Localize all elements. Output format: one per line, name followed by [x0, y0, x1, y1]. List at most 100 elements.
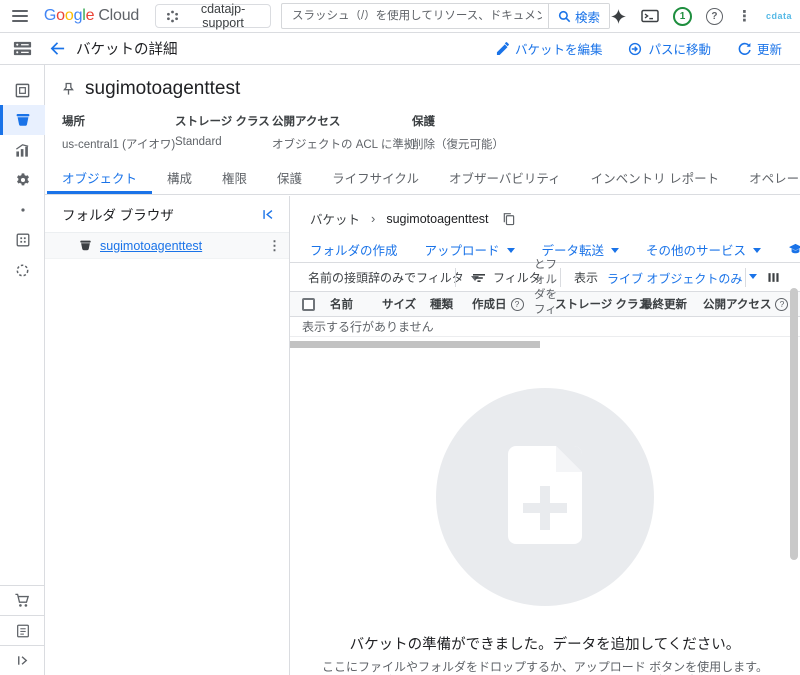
- edit-bucket-button[interactable]: バケットを編集: [496, 39, 603, 58]
- tab-configuration[interactable]: 構成: [152, 165, 207, 194]
- account-avatar[interactable]: cdata: [766, 11, 792, 21]
- empty-state-illustration: [436, 388, 654, 606]
- more-vertical-icon[interactable]: ⋮: [737, 9, 752, 24]
- empty-state: バケットの準備ができました。データを追加してください。 ここにファイルやフォルダ…: [290, 388, 800, 675]
- guide-button[interactable]: ガイド: [788, 240, 800, 259]
- search-input[interactable]: [281, 10, 548, 22]
- meta-protection: 保護 削除（復元可能）: [412, 116, 504, 151]
- folder-tree-item-label[interactable]: sugimotoagenttest: [100, 239, 202, 253]
- goto-path-label: パスに移動: [648, 43, 711, 57]
- rail-apis-icon[interactable]: [0, 225, 45, 255]
- edit-pencil-icon: [496, 42, 509, 55]
- meta-storage-class: ストレージ クラス Standard: [175, 116, 270, 148]
- upload-button[interactable]: アップロード: [425, 240, 515, 259]
- horizontal-scrollbar[interactable]: [290, 341, 540, 348]
- view-dropdown[interactable]: ライブ オブジェクトのみ: [607, 269, 758, 287]
- collapse-panel-icon[interactable]: [261, 207, 275, 222]
- chevron-down-icon: [611, 247, 620, 257]
- rail-expand-panel-icon[interactable]: [0, 645, 45, 675]
- help-icon[interactable]: ?: [510, 297, 524, 311]
- col-name[interactable]: 名前: [330, 292, 353, 316]
- menu-icon[interactable]: [12, 10, 28, 22]
- rail-monitoring-icon[interactable]: [0, 135, 45, 165]
- chevron-down-icon: [506, 247, 515, 257]
- breadcrumb-root[interactable]: バケット: [310, 209, 360, 228]
- tab-observability[interactable]: オブザーバビリティ: [434, 165, 576, 194]
- copy-icon[interactable]: [502, 212, 515, 226]
- cloud-storage-icon: [0, 38, 45, 59]
- select-all-checkbox[interactable]: [302, 297, 315, 311]
- gemini-icon[interactable]: [610, 8, 627, 25]
- folder-browser-title: フォルダ ブラウザ: [62, 208, 174, 223]
- rail-settings-gear-icon[interactable]: [0, 165, 45, 195]
- refresh-button[interactable]: 更新: [737, 39, 782, 58]
- filter-button[interactable]: フィルタ: [472, 263, 541, 292]
- project-selector[interactable]: cdatajp-support: [155, 2, 271, 30]
- google-cloud-logo[interactable]: Google Cloud: [44, 7, 139, 25]
- tab-lifecycle[interactable]: ライフサイクル: [317, 165, 434, 194]
- guide-cap-icon: [788, 243, 800, 256]
- breadcrumb-current: sugimotoagenttest: [386, 211, 489, 226]
- help-icon[interactable]: ?: [705, 7, 723, 25]
- tab-operations[interactable]: オペレーション: [734, 165, 800, 194]
- col-public-access[interactable]: 公開アクセス ?: [703, 292, 789, 316]
- chevron-down-icon: [749, 273, 758, 283]
- folder-tree-item-bucket[interactable]: sugimotoagenttest ⋮: [45, 233, 289, 259]
- folder-browser-panel: フォルダ ブラウザ sugimotoagenttest ⋮: [45, 196, 290, 675]
- col-last-modified[interactable]: 最終更新: [641, 292, 687, 316]
- notification-badge[interactable]: 1: [672, 6, 692, 26]
- page-header-actions: バケットを編集 パスに移動 更新: [496, 39, 800, 58]
- cloud-logo-text: Cloud: [98, 7, 140, 24]
- main-content: sugimotoagenttest 場所 us-central1 (アイオワ) …: [45, 65, 800, 675]
- chevron-right-icon: ›: [371, 211, 376, 226]
- objects-panel: バケット › sugimotoagenttest フォルダの作成 アップロード: [290, 196, 800, 675]
- search-button-label: 検索: [574, 10, 600, 25]
- pin-icon[interactable]: [62, 82, 75, 97]
- rail-dashboard-icon[interactable]: [0, 75, 45, 105]
- tree-item-more-icon[interactable]: ⋮: [268, 238, 281, 254]
- search-bar: 検索: [280, 3, 610, 29]
- bucket-meta: 場所 us-central1 (アイオワ) ストレージ クラス Standard…: [62, 113, 800, 152]
- create-folder-button[interactable]: フォルダの作成: [310, 240, 398, 259]
- column-settings-icon[interactable]: [767, 263, 780, 292]
- cloud-shell-icon[interactable]: [641, 8, 659, 24]
- project-icon: [166, 10, 179, 23]
- goto-path-icon: [628, 42, 642, 56]
- empty-table-message: 表示する行がありません: [290, 318, 800, 337]
- refresh-icon: [737, 42, 751, 56]
- tab-objects[interactable]: オブジェクト: [47, 165, 152, 194]
- rail-settings-outline-icon[interactable]: [0, 255, 45, 285]
- view-selector: 表示 ライブ オブジェクトのみ: [574, 263, 758, 292]
- tab-permissions[interactable]: 権限: [207, 165, 262, 194]
- other-services-button[interactable]: その他のサービス: [646, 240, 762, 259]
- tab-inventory-reports[interactable]: インベントリ レポート: [576, 165, 734, 194]
- rail-marketplace-icon[interactable]: [0, 585, 45, 615]
- bucket-tabs: オブジェクト 構成 権限 保護 ライフサイクル オブザーバビリティ インベントリ…: [45, 165, 800, 195]
- rail-dot-icon[interactable]: [0, 195, 45, 225]
- back-button[interactable]: [49, 40, 66, 57]
- col-storage-class[interactable]: ストレージ クラス: [555, 292, 650, 316]
- chevron-down-icon: [753, 247, 762, 257]
- gcp-console-window: Google Cloud cdatajp-support 検索: [0, 0, 800, 675]
- project-name: cdatajp-support: [200, 2, 246, 30]
- search-button[interactable]: 検索: [547, 4, 609, 28]
- col-created[interactable]: 作成日 ?: [472, 292, 524, 316]
- goto-path-button[interactable]: パスに移動: [628, 39, 711, 58]
- vertical-scrollbar[interactable]: [790, 288, 798, 560]
- filter-prefix-dropdown[interactable]: 名前の接頭辞のみでフィルタ: [308, 263, 479, 292]
- rail-release-notes-icon[interactable]: [0, 615, 45, 645]
- tab-protection[interactable]: 保護: [262, 165, 317, 194]
- edit-bucket-label: バケットを編集: [514, 43, 603, 57]
- transfer-data-button[interactable]: データ転送: [542, 240, 620, 259]
- left-nav-rail: [0, 65, 45, 675]
- meta-location: 場所 us-central1 (アイオワ): [62, 116, 176, 151]
- filter-icon: [472, 272, 486, 284]
- rail-bottom-group: [0, 585, 45, 675]
- col-type[interactable]: 種類: [430, 292, 453, 316]
- page-header: バケットの詳細 バケットを編集 パスに移動 更新: [0, 33, 800, 65]
- rail-storage-bucket-icon[interactable]: [0, 105, 45, 135]
- col-size[interactable]: サイズ: [382, 292, 416, 316]
- bucket-name: sugimotoagenttest: [85, 78, 241, 99]
- object-actions: フォルダの作成 アップロード データ転送 その他のサービス: [310, 240, 800, 259]
- help-icon[interactable]: ?: [775, 297, 789, 311]
